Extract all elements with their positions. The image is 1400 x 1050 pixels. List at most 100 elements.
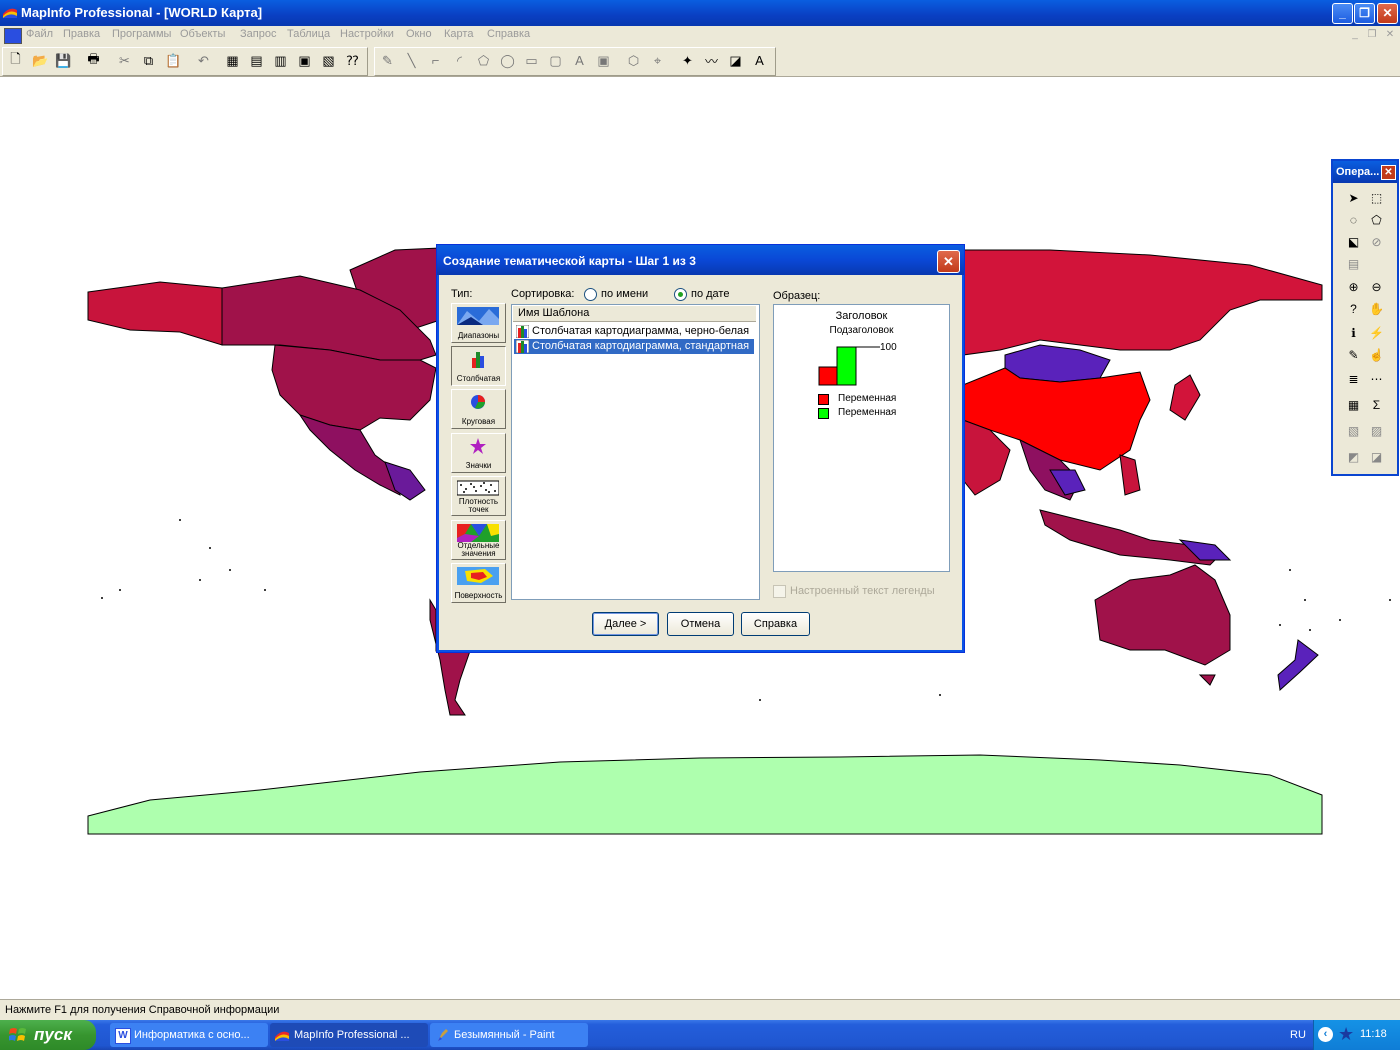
- dialog-close-button[interactable]: ✕: [937, 250, 960, 273]
- select-arrow-icon[interactable]: ➤: [1343, 187, 1364, 208]
- polyline-tool-icon[interactable]: ⌐: [425, 50, 446, 71]
- help-button[interactable]: Справка: [741, 612, 810, 636]
- line-style-icon[interactable]: 〰: [701, 50, 722, 71]
- new-mapper-icon[interactable]: ▤: [246, 50, 267, 71]
- label-tool-icon[interactable]: ✎: [1343, 344, 1364, 365]
- copy-icon[interactable]: ⧉: [138, 50, 159, 71]
- redistrict-icon[interactable]: ▧: [318, 50, 339, 71]
- reshape-tool-icon[interactable]: ⬡: [623, 50, 644, 71]
- polygon-tool-icon[interactable]: ⬠: [473, 50, 494, 71]
- chevron-left-icon[interactable]: ‹: [1318, 1027, 1333, 1042]
- help-pointer-icon[interactable]: ⁇: [342, 50, 363, 71]
- menu-settings[interactable]: Настройки: [340, 28, 394, 40]
- marquee-select-icon[interactable]: ⬚: [1366, 187, 1387, 208]
- unselect-icon[interactable]: ⊘: [1366, 231, 1387, 252]
- custom-legend-checkbox[interactable]: [773, 585, 786, 598]
- template-row-standard[interactable]: Столбчатая картодиаграмма, стандартная: [514, 339, 754, 354]
- sort-by-name-label[interactable]: по имени: [601, 288, 648, 300]
- rounded-rect-tool-icon[interactable]: ▢: [545, 50, 566, 71]
- new-layout-icon[interactable]: ▣: [294, 50, 315, 71]
- type-pie-button[interactable]: Круговая: [451, 389, 506, 429]
- menu-edit[interactable]: Правка: [63, 28, 100, 40]
- task-mapinfo[interactable]: MapInfo Professional ...: [270, 1023, 428, 1047]
- undo-icon[interactable]: ↶: [193, 50, 214, 71]
- legend-icon[interactable]: ▦: [1343, 394, 1364, 415]
- frame-tool-icon[interactable]: ▣: [593, 50, 614, 71]
- close-button[interactable]: ✕: [1377, 3, 1398, 24]
- mdi-close-button[interactable]: ✕: [1384, 29, 1396, 40]
- print-icon[interactable]: 🖶: [83, 50, 104, 71]
- menu-map[interactable]: Карта: [444, 28, 473, 40]
- star-tray-icon[interactable]: ★: [1338, 1024, 1354, 1045]
- language-indicator[interactable]: RU: [1290, 1029, 1306, 1041]
- type-ranges-button[interactable]: Диапазоны: [451, 303, 506, 343]
- symbol-style-icon[interactable]: ✦: [677, 50, 698, 71]
- type-symbols-button[interactable]: Значки: [451, 433, 506, 473]
- menu-query[interactable]: Запрос: [240, 28, 276, 40]
- boundary-select-icon[interactable]: ⬕: [1343, 231, 1364, 252]
- zoom-in-icon[interactable]: ⊕: [1343, 276, 1364, 297]
- mdi-restore-button[interactable]: ❐: [1366, 29, 1378, 40]
- symbol-tool-icon[interactable]: ✎: [377, 50, 398, 71]
- type-bar-label: Столбчатая: [456, 374, 501, 383]
- new-grapher-icon[interactable]: ▥: [270, 50, 291, 71]
- line-tool-icon[interactable]: ╲: [401, 50, 422, 71]
- type-dot-density-button[interactable]: Плотность точек: [451, 476, 506, 516]
- template-list[interactable]: Имя Шаблона Столбчатая картодиаграмма, ч…: [511, 304, 760, 600]
- next-button[interactable]: Далее >: [592, 612, 659, 636]
- type-individual-button[interactable]: Отдельные значения: [451, 520, 506, 560]
- region-style-icon[interactable]: ◪: [725, 50, 746, 71]
- ellipse-tool-icon[interactable]: ◯: [497, 50, 518, 71]
- type-bar-button[interactable]: Столбчатая: [451, 346, 506, 386]
- menu-window[interactable]: Окно: [406, 28, 432, 40]
- polygon-select-icon[interactable]: ⬠: [1366, 209, 1387, 230]
- add-node-tool-icon[interactable]: ⌖: [647, 50, 668, 71]
- sort-by-date-radio[interactable]: [674, 288, 687, 301]
- graph-select-icon[interactable]: ▤: [1343, 253, 1364, 274]
- info-tool-icon[interactable]: ℹ: [1343, 322, 1364, 343]
- ruler-icon[interactable]: ⋯: [1366, 368, 1387, 389]
- statistics-icon[interactable]: Σ: [1366, 394, 1387, 415]
- new-browser-icon[interactable]: ▦: [222, 50, 243, 71]
- sort-by-name-radio[interactable]: [584, 288, 597, 301]
- task-paint[interactable]: Безымянный - Paint: [430, 1023, 588, 1047]
- menu-programs[interactable]: Программы: [112, 28, 171, 40]
- template-row-bw[interactable]: Столбчатая картодиаграмма, черно-белая: [514, 324, 754, 339]
- show-layer-icon[interactable]: ◩: [1343, 446, 1364, 467]
- open-file-icon[interactable]: 📂: [30, 50, 51, 71]
- menu-objects[interactable]: Объекты: [180, 28, 225, 40]
- text-tool-icon[interactable]: A: [569, 50, 590, 71]
- document-icon[interactable]: [4, 28, 22, 44]
- mdi-minimize-button[interactable]: _: [1349, 29, 1361, 40]
- clip-region-icon[interactable]: ▧: [1343, 420, 1364, 441]
- sort-by-date-label[interactable]: по дате: [691, 288, 729, 300]
- rectangle-tool-icon[interactable]: ▭: [521, 50, 542, 71]
- layer-control-icon[interactable]: ≣: [1343, 368, 1364, 389]
- arc-tool-icon[interactable]: ◜: [449, 50, 470, 71]
- menu-file[interactable]: Файл: [26, 28, 53, 40]
- save-icon[interactable]: 💾: [53, 50, 74, 71]
- close-icon[interactable]: ✕: [1381, 165, 1396, 180]
- paste-icon[interactable]: 📋: [163, 50, 184, 71]
- menu-help[interactable]: Справка: [487, 28, 530, 40]
- hide-layer-icon[interactable]: ◪: [1366, 446, 1387, 467]
- minimize-button[interactable]: _: [1332, 3, 1353, 24]
- sample-bar-2: [836, 346, 857, 386]
- grabber-hand-icon[interactable]: ✋: [1366, 298, 1387, 319]
- set-clip-icon[interactable]: ▨: [1366, 420, 1387, 441]
- start-button[interactable]: пуск: [0, 1020, 96, 1050]
- template-list-header[interactable]: Имя Шаблона: [513, 306, 756, 322]
- zoom-out-icon[interactable]: ⊖: [1366, 276, 1387, 297]
- text-style-icon[interactable]: A: [749, 50, 770, 71]
- cancel-button[interactable]: Отмена: [667, 612, 734, 636]
- drag-window-icon[interactable]: ☝: [1366, 344, 1387, 365]
- type-grid-button[interactable]: Поверхность: [451, 563, 506, 603]
- change-view-icon[interactable]: ?: [1343, 298, 1364, 319]
- radius-select-icon[interactable]: ◌: [1343, 209, 1364, 230]
- menu-table[interactable]: Таблица: [287, 28, 330, 40]
- hotlink-icon[interactable]: ⚡: [1366, 322, 1387, 343]
- new-file-icon[interactable]: 🗋: [5, 50, 26, 71]
- restore-button[interactable]: ❐: [1354, 3, 1375, 24]
- cut-icon[interactable]: ✂: [114, 50, 135, 71]
- task-word[interactable]: W Информатика с осно...: [110, 1023, 268, 1047]
